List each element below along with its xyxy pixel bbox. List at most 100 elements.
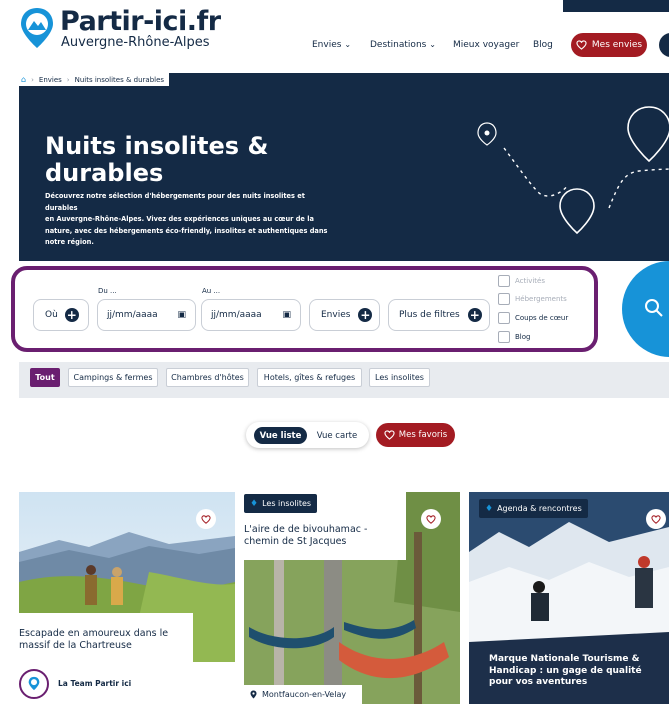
hero-text-line: Découvrez notre sélection d'hébergements… (45, 192, 305, 212)
plus-icon: + (358, 308, 373, 322)
card-title[interactable]: Marque Nationale Tourisme & Handicap : u… (489, 654, 667, 689)
favorite-toggle[interactable] (646, 509, 666, 529)
tab-les-insolites[interactable]: Les insolites (369, 368, 430, 387)
checkbox-label: Coups de cœur (515, 314, 569, 322)
logo-pin-icon (28, 676, 40, 691)
nav-destinations-label: Destinations (370, 40, 427, 50)
card-location-label: Montfaucon-en-Velay (262, 690, 347, 699)
view-list-button[interactable]: Vue liste (254, 427, 307, 444)
search-icon (645, 299, 663, 317)
more-filters-label: Plus de filtres (399, 310, 460, 320)
plus-icon: + (467, 308, 482, 322)
card-title-line: massif de la Chartreuse (19, 640, 132, 651)
to-date-placeholder: jj/mm/aaaa (211, 310, 262, 320)
calendar-icon[interactable]: ▣ (177, 310, 186, 320)
view-map-button[interactable]: Vue carte (311, 427, 363, 444)
hero-text-line: notre région. (45, 238, 94, 246)
brand-region: Auvergne-Rhône-Alpes (61, 35, 210, 50)
more-filters-button[interactable]: Plus de filtres + (388, 299, 490, 331)
heart-icon (201, 514, 211, 524)
checkbox-box[interactable] (498, 331, 510, 343)
heart-icon (426, 514, 436, 524)
breadcrumb-sep: › (31, 75, 34, 84)
favorite-toggle[interactable] (421, 509, 441, 529)
mes-envies-label: Mes envies (591, 40, 643, 50)
hero-text-line: nature, avec des hébergements éco-friend… (45, 226, 328, 235)
nav-envies[interactable]: Envies ⌄ (312, 40, 351, 50)
calendar-icon[interactable]: ▣ (282, 310, 291, 320)
hero-description: Découvrez notre sélection d'hébergements… (45, 191, 335, 249)
home-icon[interactable]: ⌂ (21, 75, 26, 84)
card-author: La Team Partir ici (58, 679, 132, 688)
favorite-toggle[interactable] (196, 509, 216, 529)
card-title-line: L'aire de de bivouhamac - (244, 524, 368, 535)
card-title-line: pour vos aventures (489, 677, 588, 687)
card-title[interactable]: L'aire de de bivouhamac - chemin de St J… (244, 524, 404, 548)
tab-chambres-hotes[interactable]: Chambres d'hôtes (166, 368, 249, 387)
plus-icon: + (64, 308, 79, 322)
heart-icon (651, 514, 661, 524)
card-location: Montfaucon-en-Velay (244, 685, 362, 704)
favorites-label: Mes favoris (398, 430, 448, 440)
checkbox-label: Hébergements (515, 295, 567, 303)
account-button[interactable] (659, 33, 669, 57)
card-escapade[interactable]: Escapade en amoureux dans le massif de l… (19, 492, 235, 704)
card-title-line: chemin de St Jacques (244, 536, 347, 547)
nav-destinations[interactable]: Destinations ⌄ (370, 40, 436, 50)
card-title[interactable]: Escapade en amoureux dans le massif de l… (19, 628, 219, 652)
from-date-input[interactable]: jj/mm/aaaa ▣ (97, 299, 196, 331)
card-bivouhamac[interactable]: ♦ Les insolites L'aire de de bivouhamac … (244, 492, 460, 704)
card-tag-label: Les insolites (262, 499, 312, 508)
search-button[interactable] (622, 261, 669, 357)
checkbox-blog[interactable]: Blog (498, 331, 530, 343)
breadcrumb-envies[interactable]: Envies (39, 76, 62, 84)
favorites-button[interactable]: Mes favoris (376, 423, 455, 447)
checkbox-label: Blog (515, 333, 531, 341)
from-date-placeholder: jj/mm/aaaa (107, 310, 158, 320)
heart-icon (576, 40, 587, 50)
to-date-input[interactable]: jj/mm/aaaa ▣ (201, 299, 301, 331)
heart-icon (384, 430, 395, 440)
location-pin-icon (250, 690, 257, 699)
checkbox-box[interactable] (498, 293, 510, 305)
breadcrumb: ⌂ › Envies › Nuits insolites & durables (19, 73, 170, 86)
card-tag-label: Agenda & rencontres (497, 504, 582, 513)
card-title-line: Escapade en amoureux dans le (19, 628, 169, 639)
where-filter[interactable]: Où + (33, 299, 89, 331)
card-title-line: Marque Nationale Tourisme & (489, 654, 640, 664)
chevron-down-icon: ⌄ (429, 40, 436, 49)
page-title-line2: durables (45, 159, 164, 187)
hero-text-line: en Auvergne-Rhône-Alpes. Vivez des expér… (45, 215, 314, 223)
nav-blog[interactable]: Blog (533, 40, 553, 50)
page-title-line1: Nuits insolites & (45, 132, 269, 160)
checkbox-box[interactable] (498, 312, 510, 324)
page: Partir-ici.fr Auvergne-Rhône-Alpes Envie… (0, 0, 669, 704)
brand-name[interactable]: Partir-ici.fr (60, 6, 221, 37)
tab-campings-fermes[interactable]: Campings & fermes (68, 368, 158, 387)
nav-envies-label: Envies (312, 40, 342, 50)
checkbox-coups-de-coeur[interactable]: Coups de cœur (498, 312, 568, 324)
logo-pin-icon[interactable] (19, 6, 55, 50)
card-tourisme-handicap[interactable]: ♦ Agenda & rencontres Marque Nationale T… (469, 492, 669, 704)
envies-filter[interactable]: Envies + (309, 299, 380, 331)
checkbox-hebergements[interactable]: Hébergements (498, 293, 567, 305)
from-label: Du ... (98, 287, 117, 295)
nav-mieux-voyager[interactable]: Mieux voyager (453, 40, 519, 50)
mes-envies-button[interactable]: Mes envies (571, 33, 647, 57)
to-label: Au ... (202, 287, 221, 295)
checkbox-box[interactable] (498, 275, 510, 287)
breadcrumb-sep: › (66, 75, 70, 84)
card-tag: ♦ Les insolites (244, 494, 318, 513)
envies-filter-label: Envies (321, 310, 351, 320)
where-label: Où (45, 310, 58, 320)
avatar (19, 669, 49, 699)
tab-tout[interactable]: Tout (30, 368, 60, 387)
page-title: Nuits insolites & durables (45, 133, 325, 187)
breadcrumb-current: Nuits insolites & durables (74, 75, 165, 84)
card-title-line: Handicap : un gage de qualité (489, 665, 642, 676)
checkbox-label: Activités (515, 277, 545, 285)
top-utility-bar (563, 0, 669, 12)
chevron-down-icon: ⌄ (344, 40, 352, 49)
checkbox-activites[interactable]: Activités (498, 275, 545, 287)
tab-hotels-gites-refuges[interactable]: Hotels, gîtes & refuges (257, 368, 362, 387)
